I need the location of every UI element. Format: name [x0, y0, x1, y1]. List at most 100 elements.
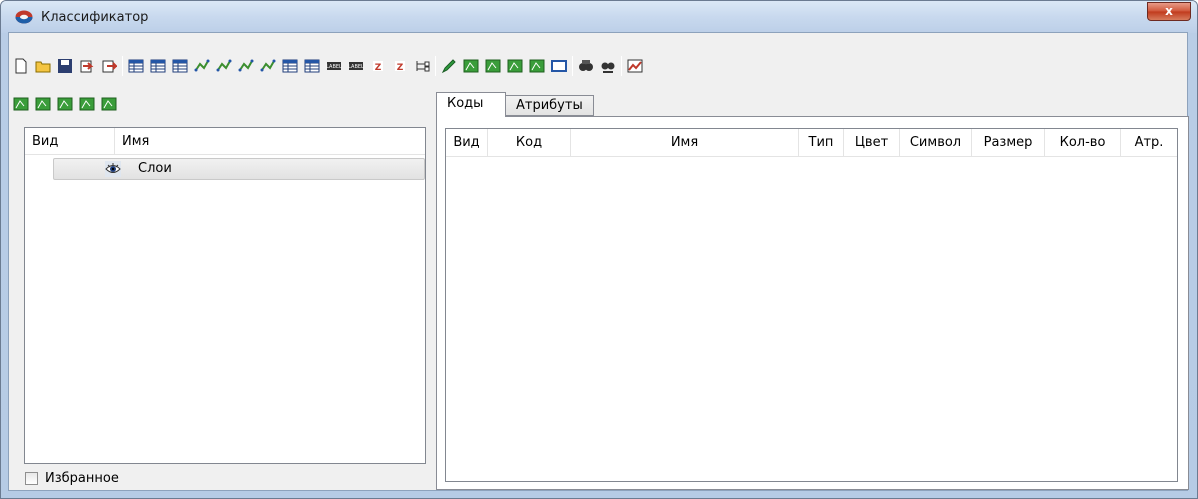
- layer-add-icon: [507, 59, 523, 73]
- layer-delete-button[interactable]: [98, 93, 120, 115]
- svg-text:LABEL: LABEL: [326, 64, 342, 70]
- line-props-button[interactable]: [257, 55, 279, 77]
- line-delete-button[interactable]: [235, 55, 257, 77]
- layer-check-icon: [79, 97, 95, 111]
- table-props-button[interactable]: [125, 55, 147, 77]
- layer-edit-button[interactable]: [10, 93, 32, 115]
- layer-check-button[interactable]: [76, 93, 98, 115]
- table-yellow-button[interactable]: [147, 55, 169, 77]
- layer-new-icon: [35, 97, 51, 111]
- new-file-icon: [15, 58, 27, 74]
- svg-text:Z: Z: [375, 63, 382, 73]
- codes-col-view[interactable]: Вид: [446, 129, 488, 157]
- search-button[interactable]: [575, 55, 597, 77]
- line-props-icon: [260, 59, 276, 72]
- toolbar-separator: [621, 56, 622, 76]
- codes-col-color[interactable]: Цвет: [844, 129, 900, 157]
- chart-button[interactable]: [624, 55, 646, 77]
- layers-col-name[interactable]: Имя: [115, 128, 426, 155]
- edit-layer-icon: [463, 59, 479, 73]
- codes-grid: Вид Код Имя Тип Цвет Символ Размер Кол-в…: [445, 128, 1178, 482]
- layer-move-button[interactable]: [54, 93, 76, 115]
- window-title: Классификатор: [41, 10, 149, 25]
- favorites-checkbox[interactable]: [25, 472, 38, 485]
- search-more-button[interactable]: [597, 55, 619, 77]
- layer-button[interactable]: [482, 55, 504, 77]
- export-icon: [102, 60, 117, 73]
- new-file-button[interactable]: [10, 55, 32, 77]
- layer-name: Слои: [138, 161, 172, 176]
- main-toolbar: LABEL LABEL Z Z: [10, 55, 646, 77]
- line-style-button[interactable]: [191, 55, 213, 77]
- favorites-label: Избранное: [45, 471, 119, 486]
- search-more-icon: [601, 62, 615, 73]
- edit-layer-button[interactable]: [460, 55, 482, 77]
- codes-col-attr[interactable]: Атр.: [1121, 129, 1177, 157]
- z-icon: Z: [373, 61, 383, 73]
- pen-button[interactable]: [438, 55, 460, 77]
- label-icon: LABEL: [326, 62, 342, 70]
- tab-codes[interactable]: Коды: [436, 92, 506, 117]
- codes-col-type[interactable]: Тип: [799, 129, 844, 157]
- open-folder-button[interactable]: [32, 55, 54, 77]
- frame-button[interactable]: [548, 55, 570, 77]
- layer-icon: [485, 59, 501, 73]
- table-props-icon: [128, 59, 144, 73]
- svg-text:LABEL: LABEL: [348, 64, 364, 70]
- layers-col-view[interactable]: Вид: [25, 128, 115, 155]
- table-delete-button[interactable]: [169, 55, 191, 77]
- label-table-icon: LABEL: [348, 62, 364, 70]
- layer-add-button[interactable]: [504, 55, 526, 77]
- label-button[interactable]: LABEL: [323, 55, 345, 77]
- line-edit-button[interactable]: [213, 55, 235, 77]
- layer-new-button[interactable]: [32, 93, 54, 115]
- pen-icon: [441, 59, 456, 74]
- export-button[interactable]: [98, 55, 120, 77]
- table-yellow-icon: [150, 59, 166, 73]
- z-table-button[interactable]: Z: [389, 55, 411, 77]
- codes-col-size[interactable]: Размер: [972, 129, 1045, 157]
- layer-edit-icon: [13, 97, 29, 111]
- chart-icon: [627, 59, 643, 73]
- close-button[interactable]: x: [1147, 2, 1191, 21]
- tree-button[interactable]: [411, 55, 433, 77]
- layer-row[interactable]: Слои: [53, 158, 425, 180]
- table-delete-icon: [172, 59, 188, 73]
- search-icon: [579, 60, 593, 71]
- toolbar-separator: [572, 56, 573, 76]
- layer-remove-button[interactable]: [526, 55, 548, 77]
- eye-icon[interactable]: [105, 161, 121, 177]
- tree-icon: [416, 61, 430, 72]
- codes-tab-panel: Вид Код Имя Тип Цвет Символ Размер Кол-в…: [436, 116, 1189, 490]
- title-bar[interactable]: Классификатор x: [1, 1, 1197, 33]
- table-grid-button[interactable]: [301, 55, 323, 77]
- codes-col-name[interactable]: Имя: [571, 129, 799, 157]
- line-edit-icon: [216, 59, 232, 72]
- layer-move-icon: [57, 97, 73, 111]
- codes-col-count[interactable]: Кол-во: [1045, 129, 1121, 157]
- favorites-option[interactable]: Избранное: [25, 471, 119, 486]
- codes-col-code[interactable]: Код: [488, 129, 571, 157]
- layer-remove-icon: [529, 59, 545, 73]
- tab-attributes[interactable]: Атрибуты: [506, 95, 594, 116]
- label-table-button[interactable]: LABEL: [345, 55, 367, 77]
- table-add-icon: [282, 59, 298, 73]
- save-button[interactable]: [54, 55, 76, 77]
- line-style-icon: [194, 59, 210, 72]
- codes-grid-header: Вид Код Имя Тип Цвет Символ Размер Кол-в…: [446, 129, 1177, 157]
- z-button[interactable]: Z: [367, 55, 389, 77]
- app-icon: [15, 10, 33, 24]
- codes-col-symbol[interactable]: Символ: [900, 129, 972, 157]
- frame-icon: [551, 60, 567, 72]
- save-icon: [58, 59, 72, 73]
- toolbar-separator: [435, 56, 436, 76]
- z-table-icon: Z: [395, 61, 405, 73]
- layer-toolbar: [10, 93, 120, 115]
- svg-text:Z: Z: [397, 63, 404, 73]
- line-delete-icon: [238, 59, 254, 72]
- import-icon: [80, 60, 94, 73]
- layer-delete-icon: [101, 97, 117, 111]
- import-button[interactable]: [76, 55, 98, 77]
- layers-panel: Вид Имя Слои: [24, 127, 426, 464]
- table-add-button[interactable]: [279, 55, 301, 77]
